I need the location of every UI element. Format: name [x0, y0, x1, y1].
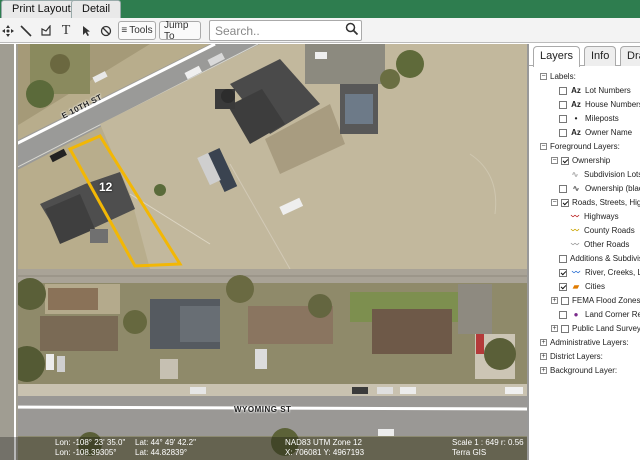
layer-subdivision-lots[interactable]: ∿ Subdivision Lots	[569, 168, 640, 181]
aerial-map[interactable]: E 10TH ST WYOMING ST 12	[0, 44, 527, 460]
road-symbol-icon: 〰	[571, 240, 579, 249]
utm-zone: NAD83 UTM Zone 12	[285, 438, 362, 447]
layer-roads[interactable]: − Roads, Streets, Highw	[551, 196, 640, 209]
river-symbol-icon: 〰	[572, 268, 580, 277]
checkbox[interactable]	[559, 184, 567, 193]
text-label-icon: Az	[571, 128, 581, 137]
tree-administrative[interactable]: + Administrative Layers:	[540, 336, 629, 349]
lot-number-label: 12	[99, 180, 113, 194]
checkbox[interactable]	[559, 310, 567, 319]
collapse-icon[interactable]: −	[540, 143, 547, 150]
lat-decimal: Lat: 44.82839°	[135, 448, 188, 457]
jump-to-button[interactable]: Jump To	[159, 20, 201, 42]
layer-mileposts[interactable]: • Mileposts	[559, 112, 619, 125]
checkbox[interactable]	[561, 198, 569, 207]
pan-icon[interactable]	[1, 21, 15, 40]
utm-xy: X: 706081 Y: 4967193	[285, 448, 365, 457]
checkbox[interactable]	[559, 254, 567, 263]
tab-info[interactable]: Info	[584, 46, 617, 66]
tools-button[interactable]: ≡ Tools	[118, 21, 156, 40]
tree-district[interactable]: + District Layers:	[540, 350, 603, 363]
tab-detail[interactable]: Detail	[71, 0, 122, 18]
select-pointer-icon[interactable]	[79, 21, 93, 40]
checkbox[interactable]	[559, 86, 567, 95]
lat-dms: Lat: 44° 49' 42.2"	[135, 438, 196, 447]
tab-layers[interactable]: Layers	[533, 46, 581, 67]
coordinate-readout: Lon: -108° 23' 35.0" Lat: 44° 49' 42.2" …	[0, 437, 527, 460]
checkbox[interactable]	[561, 296, 569, 305]
tab-print-layout[interactable]: Print Layout	[1, 0, 82, 18]
measure-line-icon[interactable]	[19, 21, 33, 40]
layer-land-corner[interactable]: ● Land Corner Rec	[559, 308, 640, 321]
map-scale: Scale 1 : 649 r: 0.56	[452, 438, 524, 447]
lon-decimal: Lon: -108.39305°	[55, 448, 117, 457]
tools-button-label: Tools	[129, 25, 153, 36]
tab-draw[interactable]: Dra	[620, 46, 640, 66]
layer-county-roads[interactable]: 〰 County Roads	[569, 224, 635, 237]
text-label-icon: Az	[571, 100, 581, 109]
cities-symbol-icon: ▰	[572, 282, 580, 291]
clear-icon[interactable]	[99, 21, 113, 40]
checkbox[interactable]	[561, 156, 569, 165]
layer-river[interactable]: 〰 River, Creeks, La	[559, 266, 640, 279]
tree-labels[interactable]: − Labels:	[540, 70, 576, 83]
lon-dms: Lon: -108° 23' 35.0"	[55, 438, 126, 447]
layer-fema[interactable]: + FEMA Flood Zones (2	[551, 294, 640, 307]
line-symbol-icon: ∿	[571, 170, 579, 179]
tree-foreground[interactable]: − Foreground Layers:	[540, 140, 620, 153]
dot-icon: •	[574, 114, 578, 123]
checkbox[interactable]	[559, 282, 567, 291]
collapse-icon[interactable]: −	[551, 157, 558, 164]
checkbox[interactable]	[559, 268, 567, 277]
expand-icon[interactable]: +	[540, 367, 547, 374]
expand-icon[interactable]: +	[540, 353, 547, 360]
layer-additions[interactable]: Additions & Subdivisi	[559, 252, 640, 265]
collapse-icon[interactable]: −	[551, 199, 558, 206]
layer-ownership-black[interactable]: ∿ Ownership (black	[559, 182, 640, 195]
layer-tree: − Labels: Az Lot Numbers Az House Number…	[529, 69, 640, 459]
layer-public-land-survey[interactable]: + Public Land Survey	[551, 322, 640, 335]
text-label-icon: Az	[571, 86, 581, 95]
layer-ownership[interactable]: − Ownership	[551, 154, 610, 167]
expand-icon[interactable]: +	[551, 297, 558, 304]
menu-icon: ≡	[121, 25, 128, 36]
text-tool-icon[interactable]: T	[59, 21, 73, 40]
tree-background[interactable]: + Background Layer:	[540, 364, 617, 377]
top-tab-bar: Print Layout Detail	[0, 0, 640, 18]
panel-tab-bar: Layers Info Dra	[529, 46, 640, 67]
collapse-icon[interactable]: −	[540, 73, 547, 80]
expand-icon[interactable]: +	[551, 325, 558, 332]
search-icon[interactable]	[345, 22, 359, 36]
layer-lot-numbers[interactable]: Az Lot Numbers	[559, 84, 631, 97]
county-road-symbol-icon: 〰	[571, 226, 579, 235]
checkbox[interactable]	[561, 324, 569, 333]
checkbox[interactable]	[559, 114, 567, 123]
expand-icon[interactable]: +	[540, 339, 547, 346]
layer-house-numbers[interactable]: Az House Numbers	[559, 98, 640, 111]
highway-symbol-icon: 〰	[571, 212, 579, 221]
checkbox[interactable]	[559, 100, 567, 109]
layer-owner-name[interactable]: Az Owner Name	[559, 126, 632, 139]
map-credit: Terra GIS	[452, 448, 487, 457]
line-symbol-icon: ∿	[572, 184, 580, 193]
checkbox[interactable]	[559, 128, 567, 137]
street-label-wyoming: WYOMING ST	[234, 405, 292, 414]
search-input[interactable]	[209, 20, 362, 41]
measure-area-icon[interactable]	[39, 21, 53, 40]
layers-panel: Layers Info Dra − Labels: Az Lot Numbers…	[527, 44, 640, 460]
land-corner-symbol-icon: ●	[573, 310, 579, 319]
layer-highways[interactable]: 〰 Highways	[569, 210, 619, 223]
layer-other-roads[interactable]: 〰 Other Roads	[569, 238, 629, 251]
layer-cities[interactable]: ▰ Cities	[559, 280, 605, 293]
